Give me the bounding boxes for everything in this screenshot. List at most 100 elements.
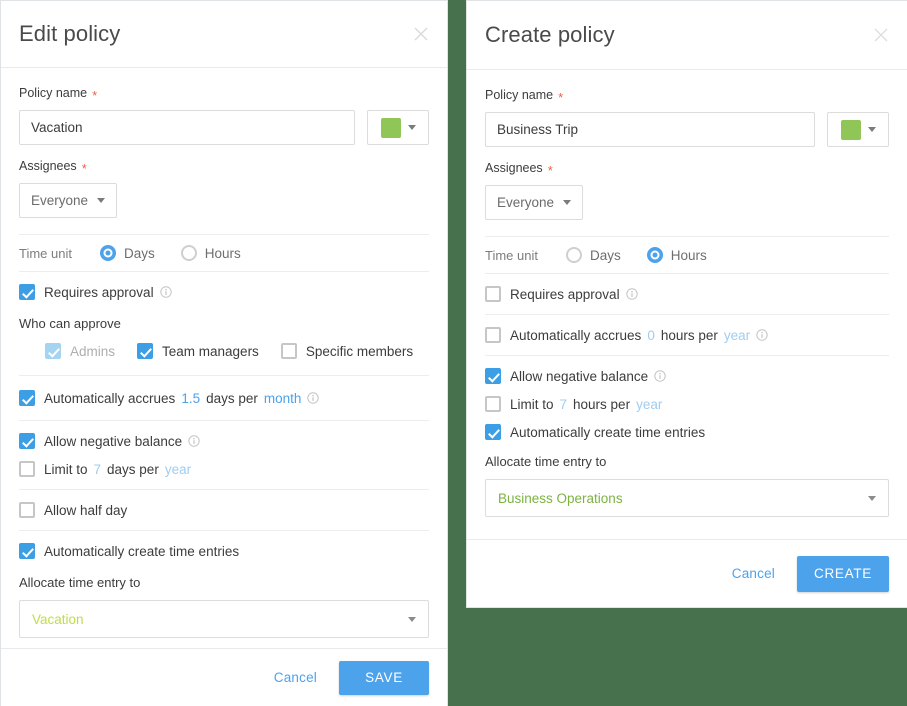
cancel-button[interactable]: Cancel (732, 566, 775, 581)
info-icon[interactable] (625, 288, 638, 300)
policy-name-row: Business Trip (485, 112, 889, 147)
info-icon[interactable] (188, 435, 200, 447)
negative-balance-text: Allow negative balance (44, 434, 200, 449)
half-day-checkbox[interactable] (19, 502, 35, 518)
negative-balance-row[interactable]: Allow negative balance (19, 433, 429, 449)
time-unit-option-days[interactable]: Days (99, 245, 155, 261)
assignees-label-text: Assignees (485, 161, 543, 175)
accrues-period-select[interactable]: year (724, 328, 750, 343)
chevron-down-icon (867, 127, 876, 132)
approver-option-specific-members[interactable]: Specific members (280, 343, 413, 359)
chevron-down-icon (407, 125, 416, 130)
auto-time-entries-checkbox[interactable] (485, 424, 501, 440)
limit-amount-input[interactable]: 7 (560, 397, 568, 412)
chevron-down-icon (868, 495, 876, 501)
limit-row[interactable]: Limit to 7 hours per year (485, 396, 889, 412)
limit-period-select[interactable]: year (636, 397, 662, 412)
accrues-amount-input[interactable]: 0 (647, 328, 655, 343)
edit-policy-dialog: Edit policy Policy name * Vacation Assig… (0, 0, 448, 706)
accrues-period-select[interactable]: month (264, 391, 302, 406)
create-button[interactable]: CREATE (797, 555, 889, 592)
policy-name-value: Business Trip (497, 122, 579, 137)
auto-time-entries-row[interactable]: Automatically create time entries (19, 543, 429, 559)
info-icon[interactable] (654, 370, 666, 382)
radio-hours[interactable] (646, 247, 663, 263)
who-can-approve-options: Admins Team managers Specific members (19, 343, 429, 359)
auto-time-entries-row[interactable]: Automatically create time entries (485, 424, 889, 440)
auto-time-entries-label: Automatically create time entries (510, 424, 706, 440)
who-can-approve-label: Who can approve (19, 316, 121, 331)
negative-balance-row[interactable]: Allow negative balance (485, 368, 889, 384)
time-unit-option-days[interactable]: Days (565, 247, 621, 263)
allocate-value: Vacation (32, 611, 84, 627)
limit-text: Limit to 7 hours per year (510, 397, 662, 412)
save-button[interactable]: SAVE (339, 660, 429, 695)
requires-approval-label: Requires approval (44, 284, 154, 300)
accrues-text: Automatically accrues 0 hours per year (510, 328, 768, 343)
allocate-value: Business Operations (498, 490, 623, 506)
time-unit-row: Time unit Days Hours (19, 245, 429, 261)
allocate-select[interactable]: Business Operations (485, 479, 889, 517)
requires-approval-checkbox[interactable] (485, 286, 501, 302)
requires-approval-row[interactable]: Requires approval (485, 286, 889, 302)
info-icon[interactable] (756, 329, 768, 341)
info-icon[interactable] (307, 392, 320, 404)
requires-approval-checkbox[interactable] (19, 284, 35, 300)
limit-amount-input[interactable]: 7 (94, 462, 102, 477)
close-icon[interactable] (411, 24, 431, 44)
limit-checkbox[interactable] (485, 396, 501, 412)
accrues-amount-input[interactable]: 1.5 (181, 391, 200, 406)
time-unit-label: Time unit (485, 247, 538, 263)
color-picker-button[interactable] (827, 112, 889, 147)
team-managers-label: Team managers (162, 343, 259, 359)
limit-checkbox[interactable] (19, 461, 35, 477)
policy-name-input[interactable]: Vacation (19, 110, 355, 145)
assignees-value: Everyone (497, 195, 555, 210)
specific-members-checkbox[interactable] (280, 343, 297, 359)
policy-name-input[interactable]: Business Trip (485, 112, 815, 147)
edit-dialog-header: Edit policy (1, 1, 447, 68)
allocate-select[interactable]: Vacation (19, 600, 429, 638)
approver-option-admins: Admins (45, 343, 115, 359)
limit-prefix: Limit to (510, 396, 554, 412)
approver-option-team-managers[interactable]: Team managers (137, 343, 259, 359)
color-picker-button[interactable] (367, 110, 429, 145)
limit-period-select[interactable]: year (165, 462, 191, 477)
accrues-prefix: Automatically accrues (44, 390, 176, 406)
page-title: Create policy (485, 22, 615, 47)
team-managers-checkbox[interactable] (137, 343, 154, 359)
color-swatch (380, 117, 401, 138)
edit-dialog-footer: Cancel SAVE (1, 648, 447, 706)
limit-row[interactable]: Limit to 7 days per year (19, 461, 429, 477)
radio-days[interactable] (565, 247, 582, 263)
requires-approval-label: Requires approval (510, 286, 620, 302)
assignees-select[interactable]: Everyone (19, 183, 118, 218)
time-unit-option-hours[interactable]: Hours (180, 245, 241, 261)
allocate-label: Allocate time entry to (485, 454, 607, 469)
auto-time-entries-label: Automatically create time entries (44, 543, 240, 559)
assignees-select[interactable]: Everyone (485, 185, 584, 220)
time-unit-option-hours[interactable]: Hours (646, 247, 707, 263)
cancel-button[interactable]: Cancel (274, 670, 317, 685)
radio-days[interactable] (99, 245, 116, 261)
radio-hours[interactable] (180, 245, 197, 261)
policy-name-row: Vacation (19, 110, 429, 145)
accrues-row[interactable]: Automatically accrues 1.5 days per month (19, 390, 429, 406)
info-icon[interactable] (159, 286, 172, 298)
half-day-row[interactable]: Allow half day (19, 502, 429, 518)
required-marker: * (558, 89, 564, 105)
requires-approval-row[interactable]: Requires approval (19, 284, 429, 300)
create-dialog-footer: Cancel CREATE (467, 539, 907, 607)
auto-time-entries-checkbox[interactable] (19, 543, 35, 559)
close-icon[interactable] (871, 25, 891, 45)
policy-name-label: Policy name * (19, 86, 429, 103)
required-marker: * (92, 87, 98, 103)
time-unit-option-hours-label: Hours (670, 247, 707, 263)
negative-balance-checkbox[interactable] (485, 368, 501, 384)
accrues-row[interactable]: Automatically accrues 0 hours per year (485, 327, 889, 343)
accrues-checkbox[interactable] (485, 327, 501, 343)
negative-balance-checkbox[interactable] (19, 433, 35, 449)
admins-checkbox (45, 343, 61, 359)
accrues-checkbox[interactable] (19, 390, 35, 406)
negative-balance-label: Allow negative balance (44, 433, 183, 449)
